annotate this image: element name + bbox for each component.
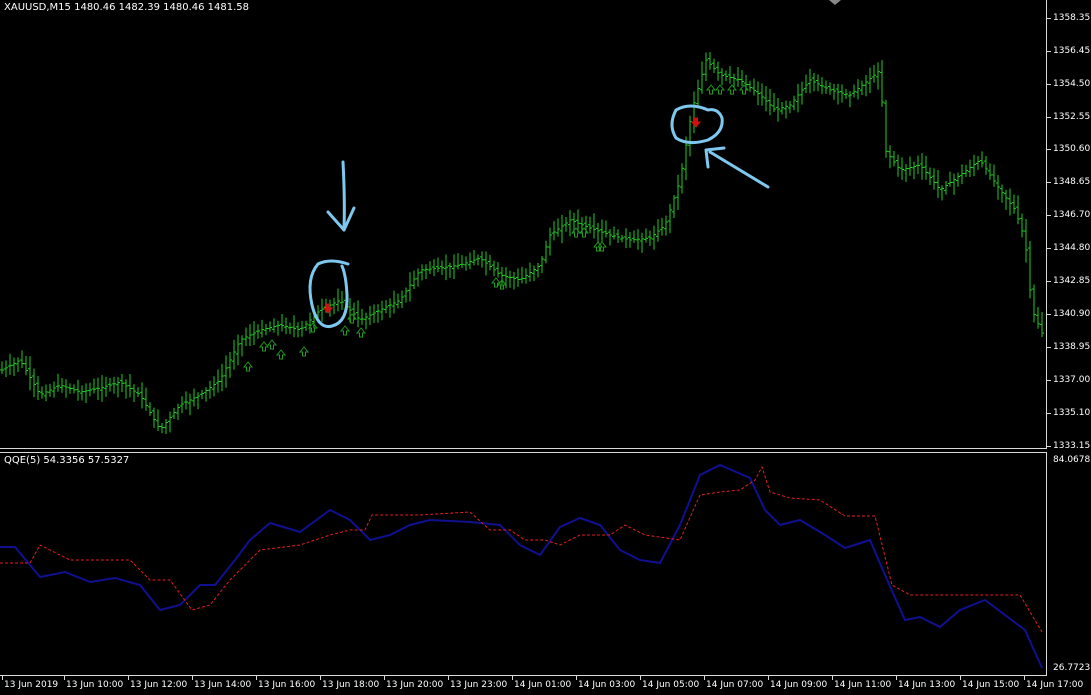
- time-tick-label: 14 Jun 09:00: [770, 680, 828, 690]
- price-tick-label: 1342.85: [1053, 276, 1091, 286]
- price-tick-mark: [1047, 215, 1051, 216]
- price-tick-mark: [1047, 347, 1051, 348]
- time-tick-label: 13 Jun 10:00: [66, 680, 124, 690]
- price-tick-label: 1346.70: [1053, 210, 1091, 220]
- price-tick-mark: [1047, 248, 1051, 249]
- time-tick-mark: [832, 676, 833, 680]
- buy-signal-arrow: [738, 84, 750, 95]
- price-tick-label: 1354.50: [1053, 79, 1091, 89]
- qqe-signal-line: [0, 465, 1043, 633]
- time-tick-mark: [192, 676, 193, 680]
- price-tick-mark: [1047, 314, 1051, 315]
- time-tick-mark: [896, 676, 897, 680]
- time-tick-label: 14 Jun 17:00: [1026, 680, 1084, 690]
- time-tick-label: 14 Jun 05:00: [642, 680, 700, 690]
- time-tick-label: 14 Jun 07:00: [706, 680, 764, 690]
- indicator-title: QQE(5) 54.3356 57.5327: [4, 455, 130, 466]
- time-tick-mark: [640, 676, 641, 680]
- buy-signal-arrow: [578, 227, 590, 238]
- time-tick-label: 14 Jun 11:00: [834, 680, 892, 690]
- time-tick-label: 13 Jun 14:00: [194, 680, 252, 690]
- price-tick-mark: [1047, 413, 1051, 414]
- price-tick-mark: [1047, 149, 1051, 150]
- time-tick-label: 13 Jun 12:00: [130, 680, 188, 690]
- price-tick-label: 1358.35: [1053, 13, 1091, 23]
- chart-title: XAUUSD,M15 1480.46 1482.39 1480.46 1481.…: [4, 2, 250, 13]
- time-tick-label: 13 Jun 2019: [4, 680, 59, 690]
- price-tick-mark: [1047, 446, 1051, 447]
- chart-canvas: [0, 0, 1044, 669]
- price-tick-label: 1352.55: [1053, 112, 1091, 122]
- buy-signal-arrow: [275, 349, 287, 360]
- time-tick-mark: [128, 676, 129, 680]
- buy-signal-arrow: [355, 327, 367, 338]
- sell-signal-arrow: [690, 117, 702, 128]
- time-tick-mark: [384, 676, 385, 680]
- price-tick-label: 1350.60: [1053, 144, 1091, 154]
- price-tick-mark: [1047, 182, 1051, 183]
- price-tick-label: 1344.80: [1053, 243, 1091, 253]
- buy-signal-arrow: [266, 339, 278, 350]
- time-tick-label: 13 Jun 23:00: [450, 680, 508, 690]
- time-tick-label: 14 Jun 03:00: [578, 680, 636, 690]
- time-tick-label: 14 Jun 15:00: [962, 680, 1020, 690]
- buy-signal-arrow: [726, 84, 738, 95]
- annotation-arrow-head: [326, 206, 356, 232]
- time-tick-mark: [1024, 676, 1025, 680]
- time-tick-mark: [704, 676, 705, 680]
- indicator-max-label: 84.0678: [1053, 455, 1091, 465]
- qqe-line: [0, 463, 1043, 669]
- price-tick-label: 1333.15: [1053, 441, 1091, 451]
- time-tick-label: 13 Jun 16:00: [258, 680, 316, 690]
- indicator-min-label: 26.7723: [1053, 663, 1091, 673]
- annotation-arrow-shaft: [341, 160, 346, 230]
- time-tick-mark: [512, 676, 513, 680]
- price-tick-mark: [1047, 18, 1051, 19]
- time-tick-mark: [256, 676, 257, 680]
- time-tick-mark: [960, 676, 961, 680]
- time-tick-mark: [768, 676, 769, 680]
- time-tick-label: 14 Jun 01:00: [514, 680, 572, 690]
- price-tick-mark: [1047, 84, 1051, 85]
- price-tick-mark: [1047, 380, 1051, 381]
- time-tick-mark: [64, 676, 65, 680]
- time-tick-mark: [2, 676, 3, 680]
- price-tick-label: 1338.95: [1053, 342, 1091, 352]
- price-tick-mark: [1047, 51, 1051, 52]
- buy-signal-arrow: [570, 227, 582, 238]
- mt4-chart-window: XAUUSD,M15 1480.46 1482.39 1480.46 1481.…: [0, 0, 1091, 695]
- time-tick-label: 13 Jun 20:00: [386, 680, 444, 690]
- annotation-arrow-shaft: [708, 150, 770, 189]
- price-tick-label: 1356.45: [1053, 46, 1091, 56]
- buy-signal-arrow: [242, 361, 254, 372]
- price-tick-mark: [1047, 281, 1051, 282]
- time-tick-label: 14 Jun 13:00: [898, 680, 956, 690]
- time-tick-mark: [448, 676, 449, 680]
- time-tick-mark: [576, 676, 577, 680]
- buy-signal-arrow: [339, 325, 351, 336]
- buy-signal-arrow: [714, 84, 726, 95]
- buy-signal-arrow: [490, 277, 502, 288]
- price-tick-label: 1335.10: [1053, 408, 1091, 418]
- price-tick-label: 1337.00: [1053, 375, 1091, 385]
- price-tick-label: 1348.65: [1053, 177, 1091, 187]
- buy-signal-arrow: [258, 341, 270, 352]
- buy-signal-arrow: [298, 346, 310, 357]
- time-tick-mark: [320, 676, 321, 680]
- price-tick-label: 1340.90: [1053, 309, 1091, 319]
- scroll-marker-icon: [829, 0, 841, 5]
- buy-signal-arrow: [346, 313, 358, 324]
- buy-signal-arrow: [705, 84, 717, 95]
- price-tick-mark: [1047, 117, 1051, 118]
- time-tick-label: 13 Jun 18:00: [322, 680, 380, 690]
